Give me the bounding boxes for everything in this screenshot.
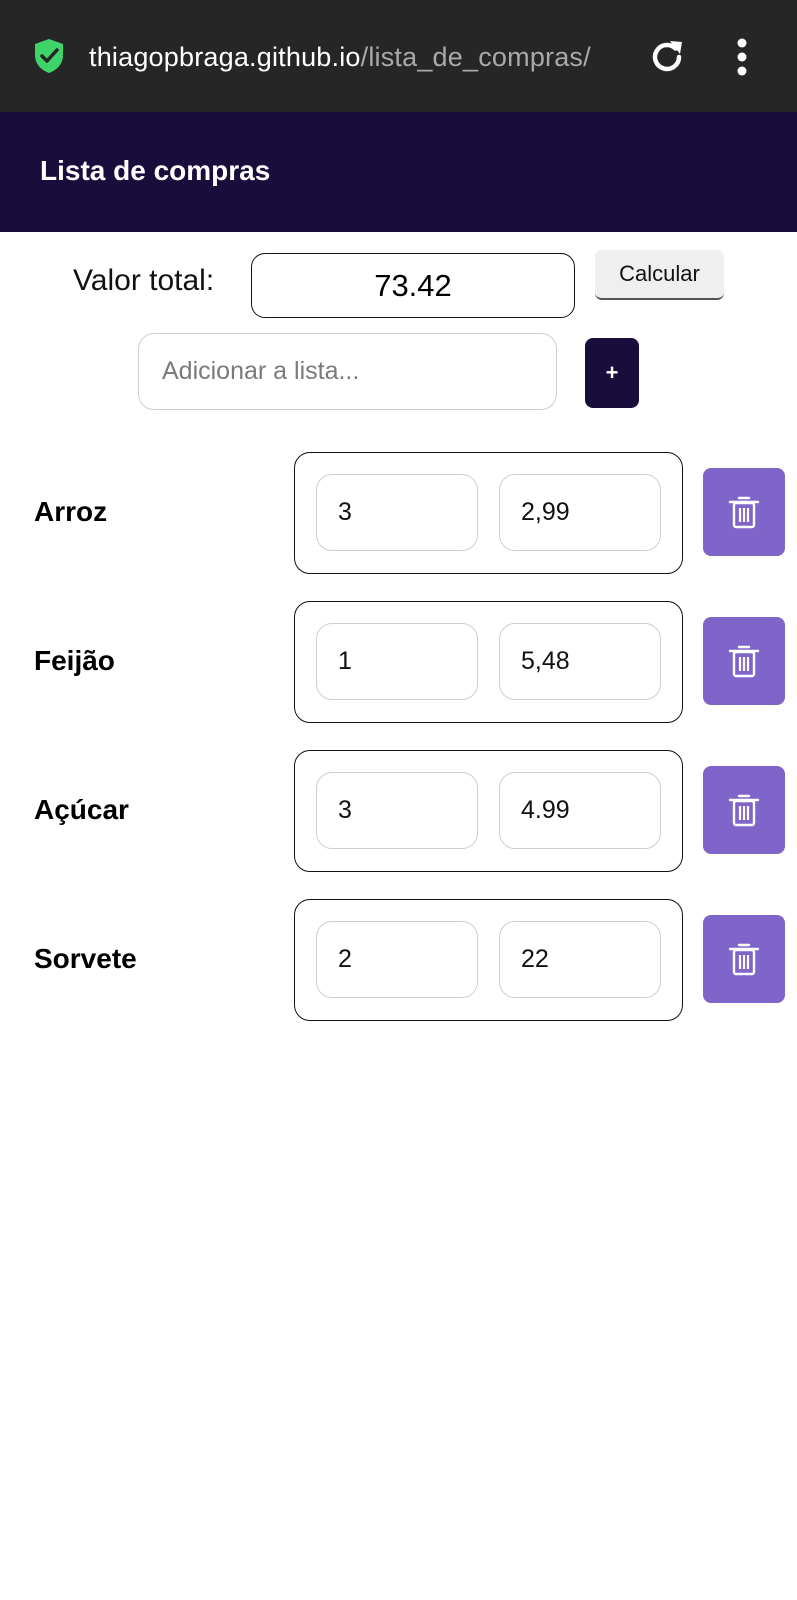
browser-toolbar: thiagopbraga.github.io/lista_de_compras/ (0, 0, 797, 112)
quantity-input[interactable] (316, 623, 478, 700)
delete-item-button[interactable] (703, 617, 785, 705)
add-item-input[interactable] (138, 333, 557, 410)
page-title: Lista de compras (40, 155, 271, 186)
item-name: Açúcar (34, 794, 129, 825)
list-item: Sorvete (0, 899, 797, 1021)
price-input[interactable] (499, 772, 661, 849)
trash-icon (728, 496, 760, 529)
price-input[interactable] (499, 474, 661, 551)
quantity-input[interactable] (316, 474, 478, 551)
more-vert-icon[interactable] (730, 36, 754, 78)
list-item: Arroz (0, 452, 797, 574)
quantity-input[interactable] (316, 921, 478, 998)
price-input[interactable] (499, 623, 661, 700)
reload-icon[interactable] (646, 36, 688, 78)
list-item: Açúcar (0, 750, 797, 872)
delete-item-button[interactable] (703, 468, 785, 556)
total-label: Valor total: (73, 264, 215, 297)
item-fields-box (294, 452, 683, 574)
item-name: Sorvete (34, 943, 137, 974)
quantity-input[interactable] (316, 772, 478, 849)
add-item-button[interactable]: + (585, 338, 639, 408)
item-name: Arroz (34, 496, 108, 527)
price-input[interactable] (499, 921, 661, 998)
url-path: /lista_de_compras/ (360, 42, 591, 72)
calculate-button[interactable]: Calcular (595, 250, 724, 300)
shield-check-icon (35, 39, 63, 73)
url-host: thiagopbraga.github.io (89, 42, 361, 72)
total-value-display: 73.42 (251, 253, 575, 318)
app-header: Lista de compras (0, 112, 797, 232)
trash-icon (728, 794, 760, 827)
delete-item-button[interactable] (703, 766, 785, 854)
item-fields-box (294, 750, 683, 872)
item-fields-box (294, 601, 683, 723)
trash-icon (728, 943, 760, 976)
trash-icon (728, 645, 760, 678)
item-name: Feijão (34, 645, 115, 676)
delete-item-button[interactable] (703, 915, 785, 1003)
item-fields-box (294, 899, 683, 1021)
address-bar-url[interactable]: thiagopbraga.github.io/lista_de_compras/ (89, 40, 591, 74)
list-item: Feijão (0, 601, 797, 723)
